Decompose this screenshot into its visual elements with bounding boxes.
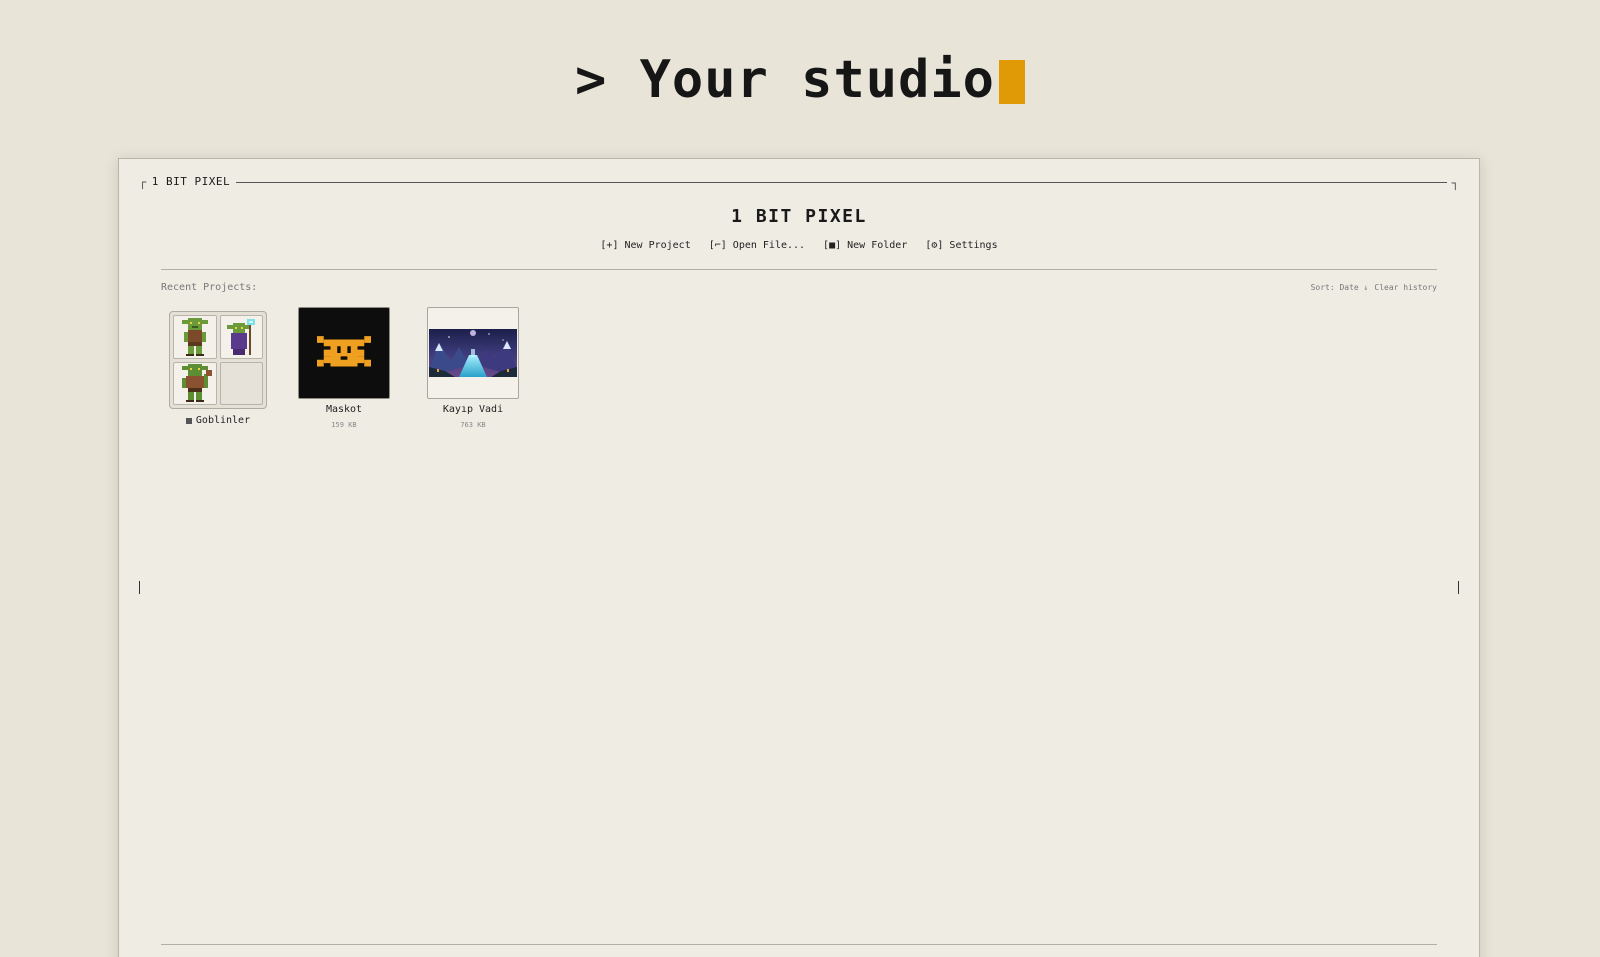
goblin-warrior-sprite-thumbnail <box>173 361 217 405</box>
mascot-pixel-icon <box>317 336 371 367</box>
open-file-button[interactable]: [⌐] Open File... <box>709 239 805 253</box>
settings-button[interactable]: [⚙] Settings <box>925 239 997 253</box>
project-thumbnail <box>427 307 519 399</box>
sort-button[interactable]: Sort: Date ↓ <box>1311 281 1369 295</box>
frame-side-tick-right <box>1458 581 1459 594</box>
toolbar: [+] New Project [⌐] Open File... [■] New… <box>119 239 1479 253</box>
frame-border-line <box>149 182 1447 183</box>
divider <box>161 944 1437 945</box>
app-window: ┌ 1 BIT PIXEL ┐ 1 BIT PIXEL [+] New Proj… <box>118 158 1480 957</box>
goblin-sprite-thumbnail <box>173 315 217 359</box>
project-thumbnail <box>298 307 390 399</box>
frame-title-text: 1 BIT PIXEL <box>151 175 231 188</box>
folder-preview-grid <box>169 311 267 409</box>
hero-heading: > Your studio <box>0 44 1600 116</box>
project-card-kayip-vadi[interactable]: Kayıp Vadi 763 KB <box>427 307 519 430</box>
folder-icon <box>185 418 192 424</box>
new-folder-button[interactable]: [■] New Folder <box>823 239 907 253</box>
recent-projects-label: Recent Projects: <box>161 282 258 293</box>
project-name: Maskot <box>325 404 363 415</box>
recent-controls: Sort: Date ↓ Clear history <box>1311 281 1437 295</box>
hero-prompt-text: > Your studio <box>575 50 995 110</box>
project-name: Kayıp Vadi <box>442 404 504 415</box>
project-size: 763 KB <box>460 421 486 429</box>
folder-label: Goblinler <box>169 414 267 428</box>
clear-history-button[interactable]: Clear history <box>1374 281 1437 295</box>
text-cursor-icon <box>999 60 1025 104</box>
divider <box>161 269 1437 270</box>
project-folder-goblinler[interactable]: Goblinler <box>169 311 267 428</box>
frame-side-tick-left <box>139 581 140 594</box>
new-project-button[interactable]: [+] New Project <box>600 239 690 253</box>
frame-corner-right-icon: ┐ <box>1451 176 1459 190</box>
folder-name: Goblinler <box>195 415 251 426</box>
landscape-artwork-thumbnail <box>429 329 517 377</box>
app-title: 1 BIT PIXEL <box>731 206 867 227</box>
goblin-shaman-sprite-thumbnail <box>219 315 263 359</box>
project-card-maskot[interactable]: Maskot 159 KB <box>298 307 390 430</box>
frame-title: ┌ 1 BIT PIXEL <box>139 175 237 189</box>
project-size: 159 KB <box>331 421 357 429</box>
frame-corner-icon: ┌ <box>139 175 147 189</box>
empty-folder-slot <box>219 361 263 405</box>
